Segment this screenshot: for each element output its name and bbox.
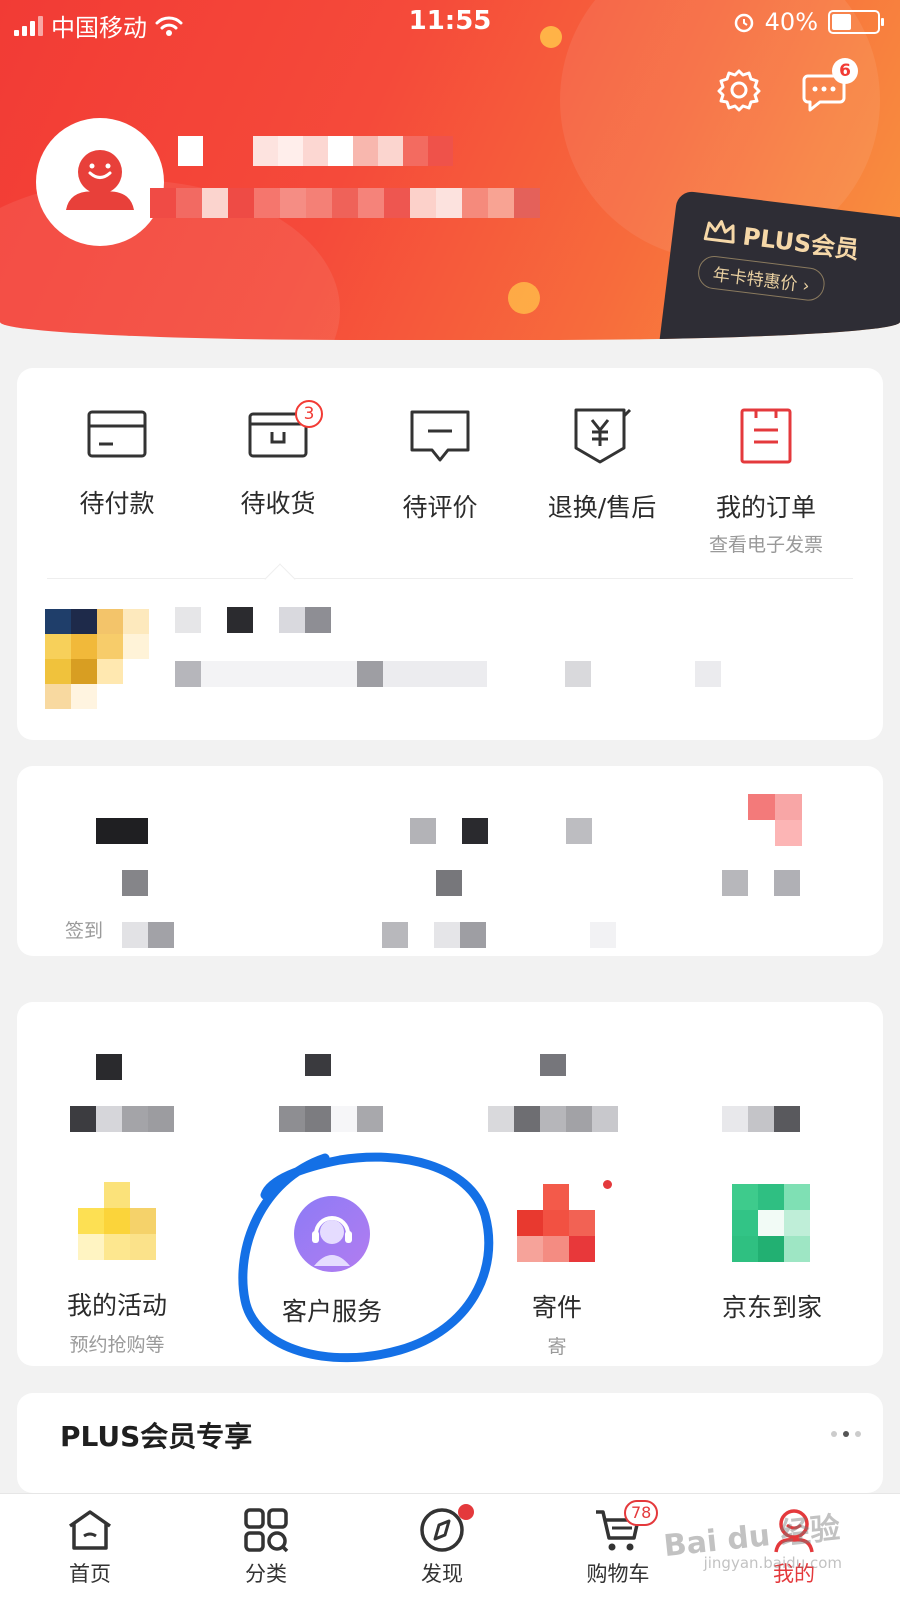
tab-home[interactable]: 首页 — [30, 1506, 150, 1588]
discover-notification-dot — [458, 1504, 474, 1520]
view-invoice-link[interactable]: 查看电子发票 — [681, 530, 851, 557]
user-avatar-icon — [66, 150, 134, 210]
tab-cart[interactable]: 78 购物车 — [558, 1500, 678, 1588]
grid-icon — [244, 1508, 289, 1553]
tab-label: 购物车 — [586, 1562, 650, 1586]
asset-item-redacted[interactable] — [96, 818, 148, 844]
plus-annual-price-link[interactable]: 年卡特惠价 › — [696, 254, 827, 303]
settings-button[interactable] — [715, 66, 763, 114]
order-pending-payment[interactable]: 待付款 — [32, 406, 202, 520]
battery-percent: 40% — [764, 8, 818, 36]
order-label: 待收货 — [240, 489, 316, 518]
activity-icon — [78, 1182, 156, 1260]
service-icon-redacted[interactable] — [540, 1054, 566, 1076]
wallet-assets-card: 签到 — [17, 766, 883, 956]
service-label: 京东到家 — [721, 1293, 822, 1322]
jd-daojia-icon — [732, 1184, 812, 1262]
service-label: 寄件 — [531, 1293, 582, 1322]
asset-item-redacted[interactable] — [566, 818, 592, 844]
service-jd-daojia[interactable]: 京东到家 — [682, 1184, 862, 1324]
service-customer-service[interactable]: 客户服务 — [242, 1196, 422, 1328]
status-bar: 中国移动 11:55 40% — [0, 0, 900, 44]
service-icon-redacted[interactable] — [305, 1054, 331, 1076]
messages-button[interactable]: 6 — [800, 58, 858, 114]
order-pending-review[interactable]: 待评价 — [355, 406, 525, 524]
pending-receipt-badge: 3 — [295, 400, 323, 428]
order-label: 我的订单 — [715, 493, 816, 522]
order-returns[interactable]: 退换/售后 — [517, 406, 687, 524]
section-title: PLUS会员专享 — [60, 1420, 253, 1453]
tab-label: 首页 — [69, 1562, 111, 1586]
asset-item-redacted[interactable] — [410, 818, 490, 844]
message-count-badge: 6 — [832, 58, 858, 84]
asset-item-redacted[interactable] — [722, 870, 802, 896]
delivery-icon — [517, 1180, 612, 1262]
order-list-icon — [740, 408, 792, 464]
plus-membership-card[interactable]: PLUS会员 年卡特惠价 › — [658, 190, 900, 340]
service-my-activities[interactable]: 我的活动 预约抢购等 — [27, 1182, 207, 1357]
yen-shield-icon — [574, 408, 632, 464]
service-label-redacted — [70, 1106, 174, 1132]
avatar[interactable] — [36, 118, 164, 246]
profile-header: 中国移动 11:55 40% 6 PLUS会员 年卡特惠价 › — [0, 0, 900, 340]
tab-label: 发现 — [421, 1562, 463, 1586]
tab-categories[interactable]: 分类 — [206, 1506, 326, 1588]
sign-in-label: 签到 — [65, 920, 104, 942]
username-redacted — [178, 136, 463, 166]
plus-exclusive-card: PLUS会员专享 — [17, 1393, 883, 1493]
order-label: 退换/售后 — [547, 493, 657, 522]
asset-item-redacted[interactable] — [748, 794, 802, 846]
gear-icon — [717, 69, 761, 112]
orders-card: 待付款 3 待收货 待评价 退换/售后 我的订单 查看电子发票 — [17, 368, 883, 740]
my-orders[interactable]: 我的订单 查看电子发票 — [681, 406, 851, 557]
service-label-redacted — [722, 1106, 802, 1132]
comment-bubble-icon — [410, 410, 470, 462]
divider — [47, 578, 853, 579]
cart-count-badge: 78 — [624, 1500, 659, 1526]
product-thumbnail-redacted — [45, 609, 149, 709]
plus-title: PLUS会员 — [741, 222, 861, 265]
service-label: 我的活动 — [66, 1291, 167, 1320]
service-label: 客户服务 — [281, 1297, 382, 1326]
alarm-icon — [734, 13, 753, 33]
order-tracking-row[interactable] — [17, 593, 883, 733]
battery-icon — [828, 10, 884, 34]
wallet-card-icon — [87, 410, 147, 458]
watermark-url: jingyan.baidu.com — [703, 1554, 842, 1572]
tracking-detail-redacted — [175, 661, 735, 687]
order-pending-receipt[interactable]: 3 待收货 — [193, 400, 363, 520]
service-icon-redacted[interactable] — [96, 1054, 122, 1080]
carousel-pager — [831, 1431, 861, 1437]
headset-agent-icon — [294, 1196, 370, 1272]
header-decoration-dot — [508, 282, 540, 314]
asset-footer-redacted — [122, 922, 642, 948]
user-id-redacted — [150, 188, 542, 218]
asset-item-redacted[interactable] — [436, 870, 462, 896]
service-mail-package[interactable]: 寄件 寄 — [467, 1180, 647, 1359]
tracking-title-redacted — [175, 607, 335, 633]
service-sublabel: 寄 — [547, 1336, 567, 1358]
asset-item-redacted[interactable] — [122, 870, 148, 896]
service-label-redacted — [488, 1106, 618, 1132]
home-icon — [68, 1510, 112, 1550]
tab-label: 分类 — [245, 1562, 287, 1586]
services-card: 我的活动 预约抢购等 客户服务 寄件 寄 京东到家 — [17, 1002, 883, 1366]
order-label: 待付款 — [79, 489, 155, 518]
service-label-redacted — [279, 1106, 383, 1132]
service-sublabel: 预约抢购等 — [69, 1334, 165, 1356]
crown-icon — [703, 219, 735, 244]
order-label: 待评价 — [402, 493, 478, 522]
tab-discover[interactable]: 发现 — [382, 1504, 502, 1588]
